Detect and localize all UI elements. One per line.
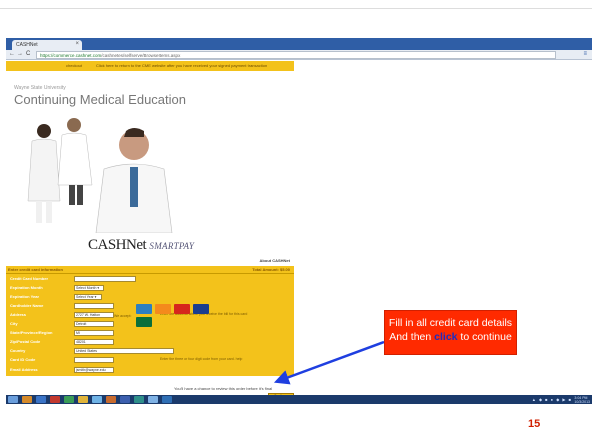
city-input[interactable]: Detroit	[74, 321, 114, 327]
browser-tab[interactable]: CASHNet ×	[12, 40, 82, 50]
address-input[interactable]: 2727 W. Hatton	[74, 312, 114, 318]
credit-card-form: Enter credit card information Total Amou…	[6, 266, 294, 376]
slide-top-bar	[0, 0, 592, 9]
mastercard-icon	[174, 304, 190, 314]
department-title: Continuing Medical Education	[14, 92, 186, 107]
url-path: /cashnetes/selfserve/BrowseItems.aspx	[101, 53, 181, 58]
exp-month-select[interactable]: Select Month ▾	[74, 285, 104, 291]
card-number-input[interactable]	[74, 276, 136, 282]
clock-date: 10/3/2013	[574, 400, 590, 404]
form-row-card-id: Card ID Code Enter the three or four dig…	[8, 357, 292, 363]
about-link[interactable]: About CASHNet	[260, 258, 290, 263]
form-row-email: Email Address jsmith@wayne.edu	[8, 367, 292, 373]
zip-input[interactable]: 48201	[74, 339, 114, 345]
notice-left: checkout	[66, 63, 83, 68]
doctors-photo	[27, 118, 173, 233]
taskbar-app-icon[interactable]	[106, 396, 116, 403]
system-tray[interactable]: ▲ ◆ ■ ● ◆ ▶ ■	[532, 397, 572, 402]
exp-year-select[interactable]: Select Year ▾	[74, 294, 102, 300]
instruction-callout: Fill in all credit card details And then…	[384, 310, 517, 355]
callout-line-2: And then click to continue	[385, 330, 516, 344]
amex-card-icon	[136, 304, 152, 314]
taskbar-app-icon[interactable]	[134, 396, 144, 403]
card-id-input[interactable]	[74, 357, 114, 363]
form-row-exp-year: Expiration Year Select Year ▾	[8, 294, 292, 300]
forward-icon[interactable]: →	[17, 51, 23, 57]
total-amount: Total Amount: $5.00	[252, 267, 290, 272]
accepted-label: We accept:	[114, 314, 132, 318]
accepted-cards: We accept:	[114, 304, 234, 340]
taskbar-app-icon[interactable]	[162, 396, 172, 403]
field-label: Credit Card Number	[10, 276, 49, 281]
state-input[interactable]: MI	[74, 330, 114, 336]
web-page: checkout Click here to return to the CME…	[6, 61, 294, 403]
tab-title: CASHNet	[16, 42, 38, 48]
taskbar-app-icon[interactable]	[78, 396, 88, 403]
visa-card-icon	[193, 304, 209, 314]
slide-page-number: 15	[528, 418, 541, 430]
form-header: Enter credit card information Total Amou…	[6, 266, 294, 274]
browser-toolbar: ← → C https://commerce.cashnet.com/cashn…	[6, 50, 592, 60]
country-select[interactable]: United States	[74, 348, 174, 354]
brand-main: CASHNet	[88, 237, 147, 253]
form-row-card-number: Credit Card Number	[8, 276, 292, 282]
field-label: City	[10, 321, 18, 326]
brand-sub: SMARTPAY	[149, 241, 195, 251]
discover-card-icon	[155, 304, 171, 314]
taskbar-clock: 3:04 PM 10/3/2013	[574, 396, 590, 404]
field-label: Expiration Month	[10, 285, 43, 290]
browser-tab-strip: CASHNet ×	[6, 38, 592, 50]
callout-line-2-post: to continue	[457, 331, 512, 343]
callout-arrow	[273, 340, 385, 385]
url-secure: https://commerce.cashnet.com	[40, 53, 102, 58]
slide: CASHNet × ← → C https://commerce.cashnet…	[0, 0, 592, 445]
taskbar-app-icon[interactable]	[22, 396, 32, 403]
taskbar-app-icon[interactable]	[92, 396, 102, 403]
university-name: Wayne State University	[14, 85, 66, 91]
field-label: Zip/Postal Code	[10, 339, 41, 344]
form-row-exp-month: Expiration Month Select Month ▾	[8, 285, 292, 291]
field-label: Expiration Year	[10, 294, 40, 299]
back-icon[interactable]: ←	[9, 51, 15, 57]
return-notice-bar: checkout Click here to return to the CME…	[6, 61, 294, 71]
start-icon[interactable]	[8, 396, 18, 403]
field-label: Email Address	[10, 367, 38, 372]
address-bar[interactable]: https://commerce.cashnet.com/cashnetes/s…	[36, 51, 556, 59]
review-message: You'll have a chance to review this orde…	[174, 386, 273, 391]
cashnet-logo: CASHNet SMARTPAY	[88, 237, 194, 254]
taskbar-app-icon[interactable]	[64, 396, 74, 403]
callout-click-word: click	[434, 331, 458, 343]
taskbar-app-icon[interactable]	[50, 396, 60, 403]
form-title: Enter credit card information	[8, 267, 63, 272]
field-label: Country	[10, 348, 26, 353]
taskbar-app-icon[interactable]	[120, 396, 130, 403]
tab-close-icon[interactable]: ×	[75, 41, 79, 47]
form-row-country: Country United States	[8, 348, 292, 354]
field-label: Cardholder Name	[10, 303, 44, 308]
reload-icon[interactable]: C	[26, 51, 30, 57]
field-label: Card ID Code	[10, 357, 36, 362]
field-label: Address	[10, 312, 27, 317]
jcb-card-icon	[136, 317, 152, 327]
browser-menu-icon[interactable]: ≡	[583, 51, 587, 57]
windows-taskbar: ▲ ◆ ■ ● ◆ ▶ ■ 3:04 PM 10/3/2013	[6, 395, 592, 404]
callout-line-1: Fill in all credit card details	[388, 317, 513, 329]
taskbar-app-icon[interactable]	[36, 396, 46, 403]
cardholder-name-input[interactable]	[74, 303, 114, 309]
taskbar-app-icon[interactable]	[148, 396, 158, 403]
email-input[interactable]: jsmith@wayne.edu	[74, 367, 114, 373]
return-link[interactable]: Click here to return to the CME website …	[96, 61, 267, 71]
field-label: State/Province/Region	[10, 330, 53, 335]
card-id-note: Enter the three or four digit code from …	[160, 357, 243, 361]
callout-line-2-pre: And then	[389, 331, 435, 343]
